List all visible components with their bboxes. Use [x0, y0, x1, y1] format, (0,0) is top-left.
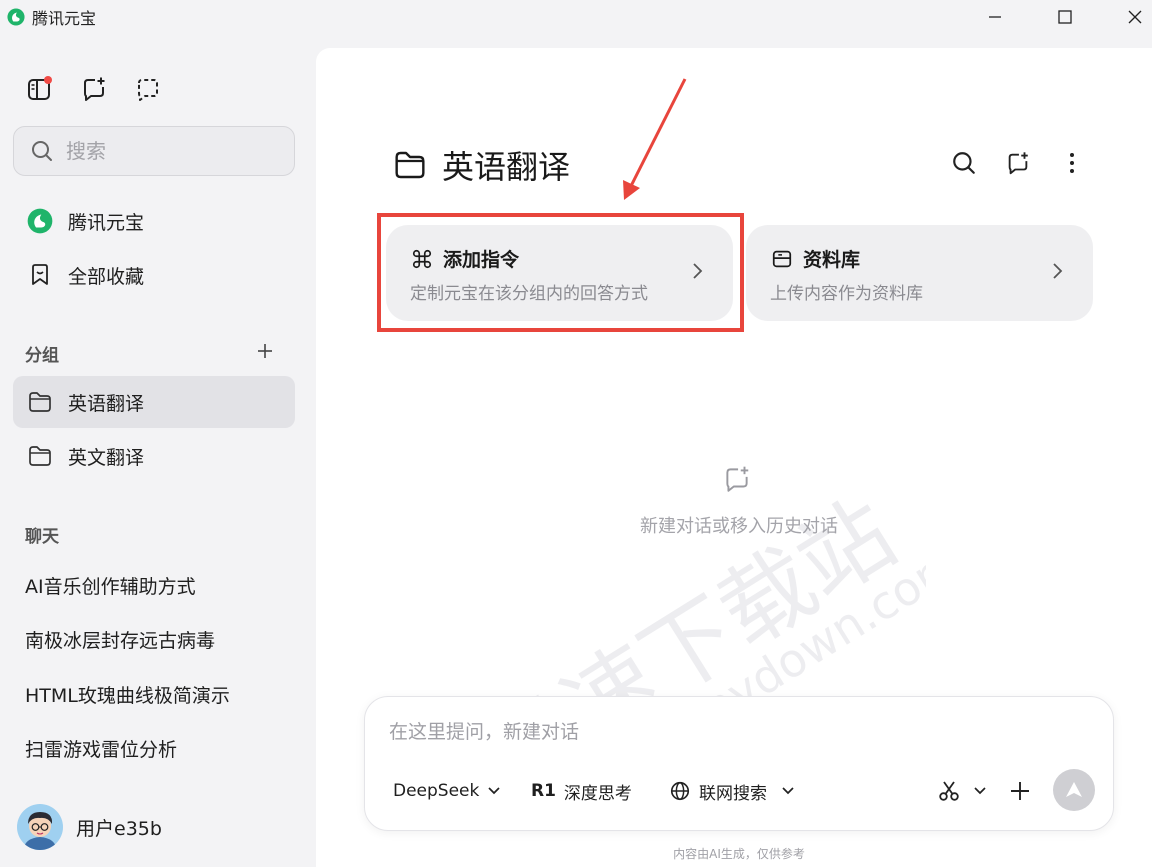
- plus-icon: [1011, 782, 1029, 800]
- chat-item[interactable]: 扫雷游戏雷位分析: [25, 735, 177, 762]
- search-icon: [953, 152, 975, 174]
- chevron-right-icon: [1047, 261, 1067, 281]
- web-search-label: 联网搜索: [699, 783, 767, 804]
- scissors-icon: [937, 779, 961, 803]
- deep-think-label: 深度思考: [563, 783, 632, 804]
- arrow-annotation-icon: [623, 78, 687, 200]
- card-title-text: 资料库: [803, 249, 861, 271]
- folder-title-text: 英语翻译: [442, 148, 571, 186]
- chat-input[interactable]: [389, 717, 1079, 749]
- new-chat-icon: [726, 466, 749, 492]
- window-title: 腾讯元宝: [32, 9, 97, 28]
- group-label: 英语翻译: [68, 392, 145, 415]
- globe-icon: [669, 780, 691, 802]
- new-chat-in-group-button[interactable]: [1003, 148, 1033, 178]
- add-group-button[interactable]: [254, 340, 276, 362]
- search-input[interactable]: [66, 139, 266, 163]
- toggle-sidebar-button[interactable]: [24, 74, 54, 104]
- search-box[interactable]: [13, 126, 295, 176]
- sidebar-panel-icon: [28, 76, 52, 100]
- chat-item[interactable]: HTML玫瑰曲线极简演示: [25, 681, 230, 708]
- deep-think-toggle[interactable]: R1 深度思考: [531, 777, 632, 805]
- close-icon: [1128, 10, 1142, 24]
- group-item-english-translation[interactable]: 英语翻译: [13, 376, 295, 428]
- groups-heading: 分组: [25, 346, 59, 366]
- ai-disclaimer: 内容由AI生成，仅供参考: [673, 847, 805, 861]
- sidebar-item-yuanbao[interactable]: 腾讯元宝: [13, 195, 295, 247]
- folder-icon: [395, 151, 425, 179]
- tools-dropdown[interactable]: [937, 777, 987, 805]
- sidebar-item-label: 全部收藏: [68, 265, 145, 288]
- search-icon: [32, 141, 52, 161]
- send-button[interactable]: [1053, 769, 1095, 811]
- web-search-toggle[interactable]: 联网搜索: [669, 777, 795, 805]
- minimize-icon: [989, 16, 1001, 18]
- maximize-icon: [1058, 10, 1072, 24]
- r1-badge: R1: [531, 781, 556, 801]
- yuanbao-logo-icon: [7, 8, 25, 26]
- chat-input-panel: DeepSeek R1 深度思考 联网搜索: [364, 696, 1114, 831]
- chat-item[interactable]: 南极冰层封存远古病毒: [25, 626, 215, 653]
- yuanbao-icon: [26, 207, 54, 235]
- model-selector[interactable]: DeepSeek: [393, 777, 501, 805]
- chevron-down-icon: [973, 786, 987, 796]
- bookmark-icon: [26, 261, 54, 289]
- sidebar: 腾讯元宝 全部收藏 分组 英语翻译 英文翻译 聊天 AI音乐创作辅助方式 南极冰…: [0, 34, 316, 867]
- avatar: [17, 804, 63, 850]
- new-chat-icon: [1008, 152, 1028, 175]
- group-label: 英文翻译: [68, 446, 145, 469]
- chats-heading: 聊天: [25, 527, 59, 547]
- user-profile[interactable]: 用户e35b: [17, 804, 162, 850]
- screenshot-button[interactable]: [133, 74, 163, 104]
- sidebar-item-favorites[interactable]: 全部收藏: [13, 249, 295, 301]
- attach-button[interactable]: [1009, 777, 1031, 805]
- minimize-button[interactable]: [972, 0, 1018, 34]
- sidebar-item-label: 腾讯元宝: [68, 211, 145, 234]
- new-chat-icon: [84, 77, 105, 101]
- card-subtitle: 上传内容作为资料库: [770, 284, 923, 304]
- empty-state-text: 新建对话或移入历史对话: [640, 516, 838, 537]
- dashed-chat-icon: [138, 79, 158, 101]
- more-vertical-icon: [1070, 153, 1074, 173]
- close-window-button[interactable]: [1112, 0, 1152, 34]
- search-button[interactable]: [949, 148, 979, 178]
- highlight-box: [377, 213, 744, 332]
- title-bar: 腾讯元宝: [0, 0, 1152, 34]
- model-label: DeepSeek: [393, 781, 480, 801]
- more-options-button[interactable]: [1057, 148, 1087, 178]
- chat-item[interactable]: AI音乐创作辅助方式: [25, 572, 196, 599]
- new-chat-button[interactable]: [79, 74, 109, 104]
- main-panel: 极速下载站 www.mydown.com 英语翻译 添加指令 定制元宝在该分组内…: [316, 48, 1152, 867]
- page-title: 英语翻译: [392, 142, 570, 188]
- group-item-english-text-translation[interactable]: 英文翻译: [13, 430, 295, 482]
- folder-icon: [26, 388, 54, 416]
- maximize-button[interactable]: [1042, 0, 1088, 34]
- chevron-down-icon: [781, 786, 795, 796]
- chevron-down-icon: [487, 786, 501, 796]
- folder-icon: [26, 442, 54, 470]
- library-icon: [770, 247, 794, 271]
- username: 用户e35b: [76, 817, 162, 840]
- library-card[interactable]: 资料库 上传内容作为资料库: [746, 225, 1093, 321]
- send-arrow-icon: [1066, 782, 1082, 797]
- plus-icon: [258, 344, 272, 358]
- card-title: 资料库: [770, 245, 860, 272]
